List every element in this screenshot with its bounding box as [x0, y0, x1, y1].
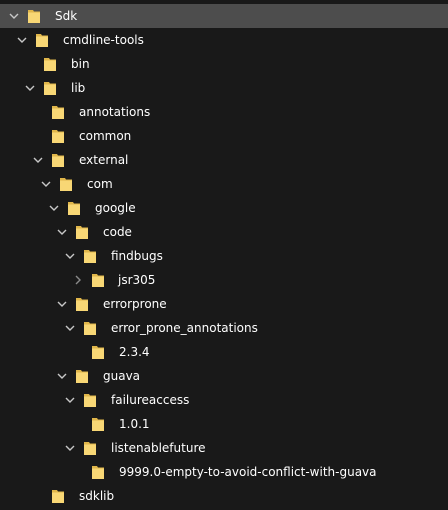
chevron-down-icon[interactable] — [55, 225, 69, 239]
folder-icon — [91, 272, 105, 288]
tree-item-label: 1.0.1 — [119, 417, 150, 431]
folder-icon — [91, 416, 105, 432]
chevron-down-icon[interactable] — [63, 321, 77, 335]
tree-item-cmdline-tools[interactable]: cmdline-tools — [0, 28, 448, 52]
tree-item-label: error_prone_annotations — [111, 321, 258, 335]
tree-item-2-3-4[interactable]: 2.3.4 — [0, 340, 448, 364]
tree-item-findbugs[interactable]: findbugs — [0, 244, 448, 268]
tree-item-jsr305[interactable]: jsr305 — [0, 268, 448, 292]
tree-item-code[interactable]: code — [0, 220, 448, 244]
tree-item-label: code — [103, 225, 132, 239]
folder-icon — [27, 8, 41, 24]
tree-item-annotations[interactable]: annotations — [0, 100, 448, 124]
folder-icon — [59, 176, 73, 192]
tree-item-failureaccess[interactable]: failureaccess — [0, 388, 448, 412]
folder-icon — [51, 488, 65, 504]
tree-item-label: sdklib — [79, 489, 115, 503]
tree-item-sdk[interactable]: Sdk — [0, 4, 448, 28]
tree-item-common[interactable]: common — [0, 124, 448, 148]
tree-item-external[interactable]: external — [0, 148, 448, 172]
tree-item-error-prone-annotations[interactable]: error_prone_annotations — [0, 316, 448, 340]
folder-icon — [43, 80, 57, 96]
tree-item-label: findbugs — [111, 249, 163, 263]
tree-item-listenablefuture[interactable]: listenablefuture — [0, 436, 448, 460]
tree-item-label: errorprone — [103, 297, 167, 311]
folder-tree: Sdk cmdline-tools bin lib annotations co… — [0, 0, 448, 510]
tree-item-com[interactable]: com — [0, 172, 448, 196]
tree-item-label: jsr305 — [118, 273, 156, 287]
tree-item-guava[interactable]: guava — [0, 364, 448, 388]
folder-icon — [75, 368, 89, 384]
tree-item-label: com — [87, 177, 113, 191]
tree-item-label: 2.3.4 — [119, 345, 150, 359]
chevron-down-icon[interactable] — [47, 201, 61, 215]
tree-item-google[interactable]: google — [0, 196, 448, 220]
tree-item-lib[interactable]: lib — [0, 76, 448, 100]
tree-item-label: google — [95, 201, 136, 215]
tree-item-label: failureaccess — [111, 393, 190, 407]
tree-item-label: Sdk — [55, 9, 78, 23]
tree-item-bin[interactable]: bin — [0, 52, 448, 76]
folder-icon — [91, 464, 105, 480]
chevron-down-icon[interactable] — [7, 9, 21, 23]
tree-item-9999-0-empty[interactable]: 9999.0-empty-to-avoid-conflict-with-guav… — [0, 460, 448, 484]
folder-icon — [35, 32, 49, 48]
folder-icon — [75, 224, 89, 240]
chevron-down-icon[interactable] — [55, 369, 69, 383]
tree-item-label: bin — [71, 57, 90, 71]
tree-item-label: annotations — [79, 105, 151, 119]
chevron-down-icon[interactable] — [55, 297, 69, 311]
folder-icon — [83, 440, 97, 456]
tree-item-label: guava — [103, 369, 141, 383]
chevron-right-icon[interactable] — [71, 273, 85, 287]
folder-icon — [51, 128, 65, 144]
tree-item-label: cmdline-tools — [63, 33, 144, 47]
folder-icon — [43, 56, 57, 72]
chevron-down-icon[interactable] — [39, 177, 53, 191]
chevron-down-icon[interactable] — [63, 393, 77, 407]
tree-item-label: 9999.0-empty-to-avoid-conflict-with-guav… — [119, 465, 377, 479]
tree-item-label: lib — [71, 81, 86, 95]
tree-item-label: common — [79, 129, 132, 143]
chevron-down-icon[interactable] — [63, 249, 77, 263]
chevron-down-icon[interactable] — [15, 33, 29, 47]
folder-icon — [83, 392, 97, 408]
folder-icon — [83, 248, 97, 264]
folder-icon — [91, 344, 105, 360]
tree-item-errorprone[interactable]: errorprone — [0, 292, 448, 316]
folder-icon — [75, 296, 89, 312]
tree-item-label: external — [79, 153, 129, 167]
folder-icon — [83, 320, 97, 336]
folder-icon — [51, 104, 65, 120]
tree-item-1-0-1[interactable]: 1.0.1 — [0, 412, 448, 436]
chevron-down-icon[interactable] — [31, 153, 45, 167]
tree-item-label: listenablefuture — [111, 441, 206, 455]
chevron-down-icon[interactable] — [23, 81, 37, 95]
tree-item-sdklib[interactable]: sdklib — [0, 484, 448, 508]
folder-icon — [67, 200, 81, 216]
chevron-down-icon[interactable] — [63, 441, 77, 455]
folder-icon — [51, 152, 65, 168]
